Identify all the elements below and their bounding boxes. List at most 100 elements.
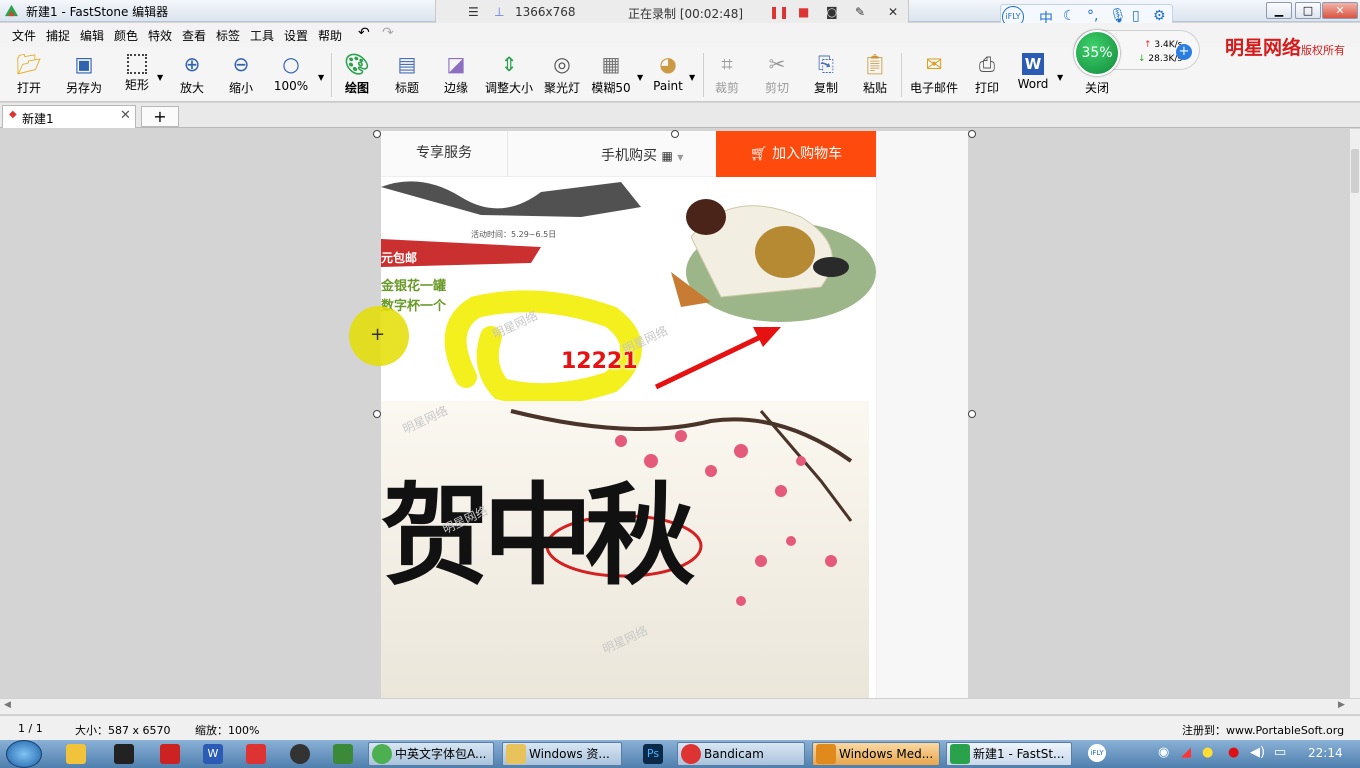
browser-icon[interactable]	[333, 744, 353, 764]
redo-icon[interactable]: ↷	[382, 25, 394, 41]
print-button[interactable]: ⎙ 打印	[972, 51, 1002, 99]
volume-icon[interactable]: ◀)	[1250, 745, 1265, 760]
network-percent[interactable]: 35%	[1074, 30, 1120, 76]
scroll-left-icon[interactable]: ◀	[4, 700, 11, 710]
vertical-scroll-thumb[interactable]	[1351, 149, 1359, 193]
menu-help[interactable]: 帮助	[318, 27, 342, 44]
qr-code-icon: ▦	[661, 149, 673, 163]
zoom-level-button[interactable]: ○ 100%	[272, 51, 310, 99]
resize-handle[interactable]	[968, 410, 976, 418]
email-button[interactable]: ✉ 电子邮件	[908, 51, 960, 99]
copy-button[interactable]: ⎘ 复制	[811, 51, 841, 99]
taskbar-item-explorer[interactable]: Windows 资...	[502, 742, 622, 766]
pinned-app-icon[interactable]	[66, 744, 86, 764]
menu-icon[interactable]: ☰	[468, 5, 479, 19]
taskbar-item-media[interactable]: Windows Med...	[812, 742, 940, 766]
rectangle-dropdown-icon[interactable]: ▼	[157, 73, 163, 82]
menu-effects[interactable]: 特效	[148, 27, 172, 44]
camera-icon[interactable]: ◙	[826, 5, 838, 19]
word-dropdown-icon[interactable]: ▼	[1057, 73, 1063, 82]
microphone-icon[interactable]: 🎙︎	[1109, 8, 1127, 24]
draw-button[interactable]: 🎨︎ 绘图	[340, 51, 374, 99]
close-icon[interactable]: ✕	[888, 5, 898, 19]
menu-tools[interactable]: 工具	[250, 27, 274, 44]
open-button[interactable]: 📂︎ 打开	[12, 51, 46, 99]
tab-document[interactable]: ◆ 新建1 ✕	[2, 105, 136, 128]
punctuation-icon[interactable]: °,	[1087, 8, 1098, 24]
caption-button[interactable]: ▤ 标题	[390, 51, 424, 99]
menu-edit[interactable]: 编辑	[80, 27, 104, 44]
qq-icon[interactable]	[114, 744, 134, 764]
save-as-button[interactable]: ▣ 另存为	[62, 51, 106, 99]
toolbar-separator	[331, 53, 332, 97]
menu-settings[interactable]: 设置	[284, 27, 308, 44]
document-image[interactable]: 专享服务 手机购买 ▦ ▼ 🛒︎ 加入购物车 活动时间：5.29~6.5日 元包…	[381, 131, 968, 698]
record-icon[interactable]	[290, 744, 310, 764]
taskbar-item-faststone[interactable]: 新建1 - FastSt...	[946, 742, 1072, 766]
maximize-button[interactable]: □	[1295, 2, 1321, 19]
rectangle-select-button[interactable]: 矩形	[120, 51, 154, 99]
menu-capture[interactable]: 捕捉	[46, 27, 70, 44]
vertical-scrollbar[interactable]	[1350, 129, 1360, 698]
paint-button[interactable]: ◕ Paint	[652, 51, 684, 99]
minimize-button[interactable]: ▁	[1266, 2, 1292, 19]
menu-file[interactable]: 文件	[12, 27, 36, 44]
taskbar-item-bandicam[interactable]: Bandicam	[677, 742, 805, 766]
paint-dropdown-icon[interactable]: ▼	[689, 73, 695, 82]
menu-color[interactable]: 颜色	[114, 27, 138, 44]
resize-button[interactable]: ⇕ 调整大小	[483, 51, 535, 99]
keyboard-icon[interactable]: ▯	[1132, 8, 1140, 24]
zoom-out-button[interactable]: ⊖ 缩小	[224, 51, 258, 99]
tray-app-icon[interactable]: ●	[1202, 745, 1213, 760]
menu-tags[interactable]: 标签	[216, 27, 240, 44]
spotlight-button[interactable]: ◎ 聚光灯	[543, 51, 581, 99]
blur-button[interactable]: ▦ 模糊50	[590, 51, 632, 99]
network-icon[interactable]: ▭	[1274, 745, 1286, 760]
resize-handle[interactable]	[968, 130, 976, 138]
camtasia-icon[interactable]	[160, 744, 180, 764]
resize-handle[interactable]	[671, 130, 679, 138]
page-indicator: 1 / 1	[18, 722, 43, 735]
edge-button[interactable]: ◪ 边缘	[439, 51, 473, 99]
paste-button[interactable]: 📋︎ 粘贴	[860, 51, 890, 99]
zoom-dropdown-icon[interactable]: ▼	[318, 73, 324, 82]
word-app-icon[interactable]: W	[203, 744, 223, 764]
photoshop-icon[interactable]: Ps	[643, 744, 663, 764]
ifly-tray-icon[interactable]: iFLY	[1088, 744, 1106, 762]
settings-gear-icon[interactable]: ⚙	[1153, 8, 1166, 24]
pin-icon[interactable]: ⊥	[494, 5, 504, 19]
pause-icon[interactable]: ❚❚	[769, 5, 789, 19]
menu-view[interactable]: 查看	[182, 27, 206, 44]
zoom-in-button[interactable]: ⊕ 放大	[175, 51, 209, 99]
palette-icon: 🎨︎	[344, 52, 370, 76]
scroll-right-icon[interactable]: ▶	[1338, 700, 1345, 710]
record-tray-icon[interactable]: ●	[1228, 745, 1239, 760]
nav-phone-buy[interactable]: 手机购买 ▦ ▼	[601, 145, 683, 165]
tab-close-icon[interactable]: ✕	[120, 108, 131, 123]
pinned-red-icon[interactable]	[246, 744, 266, 764]
zoom-indicator: 缩放：100%	[195, 724, 260, 737]
start-button[interactable]	[6, 740, 42, 768]
cart-icon: 🛒︎	[749, 146, 768, 162]
cut-button[interactable]: ✂ 剪切	[762, 51, 792, 99]
accelerate-plus-icon[interactable]: +	[1176, 44, 1192, 60]
moon-icon[interactable]: ☾	[1063, 8, 1076, 24]
add-to-cart-button[interactable]: 🛒︎ 加入购物车	[716, 131, 876, 177]
resize-handle[interactable]	[373, 410, 381, 418]
tab-label: 新建1	[22, 112, 54, 126]
crop-button[interactable]: ⌗ 裁剪	[712, 51, 742, 99]
undo-icon[interactable]: ↶	[358, 25, 370, 41]
chrome-tray-icon[interactable]: ◉	[1158, 745, 1169, 760]
taskbar-item-browser[interactable]: 中英文字体包A...	[368, 742, 494, 766]
close-window-button[interactable]: ✕	[1322, 2, 1358, 19]
nav-service[interactable]: 专享服务	[381, 131, 508, 177]
blur-dropdown-icon[interactable]: ▼	[637, 73, 643, 82]
resize-handle[interactable]	[373, 130, 381, 138]
pencil-icon[interactable]: ✎	[855, 5, 865, 19]
horizontal-scrollbar[interactable]: ◀ ▶	[0, 698, 1360, 714]
word-button[interactable]: W Word	[1016, 51, 1050, 99]
stop-icon[interactable]: ■	[798, 5, 809, 19]
clock[interactable]: 22:14	[1308, 746, 1343, 760]
flash-tray-icon[interactable]: ◢	[1181, 745, 1191, 760]
new-tab-button[interactable]: +	[141, 106, 179, 127]
